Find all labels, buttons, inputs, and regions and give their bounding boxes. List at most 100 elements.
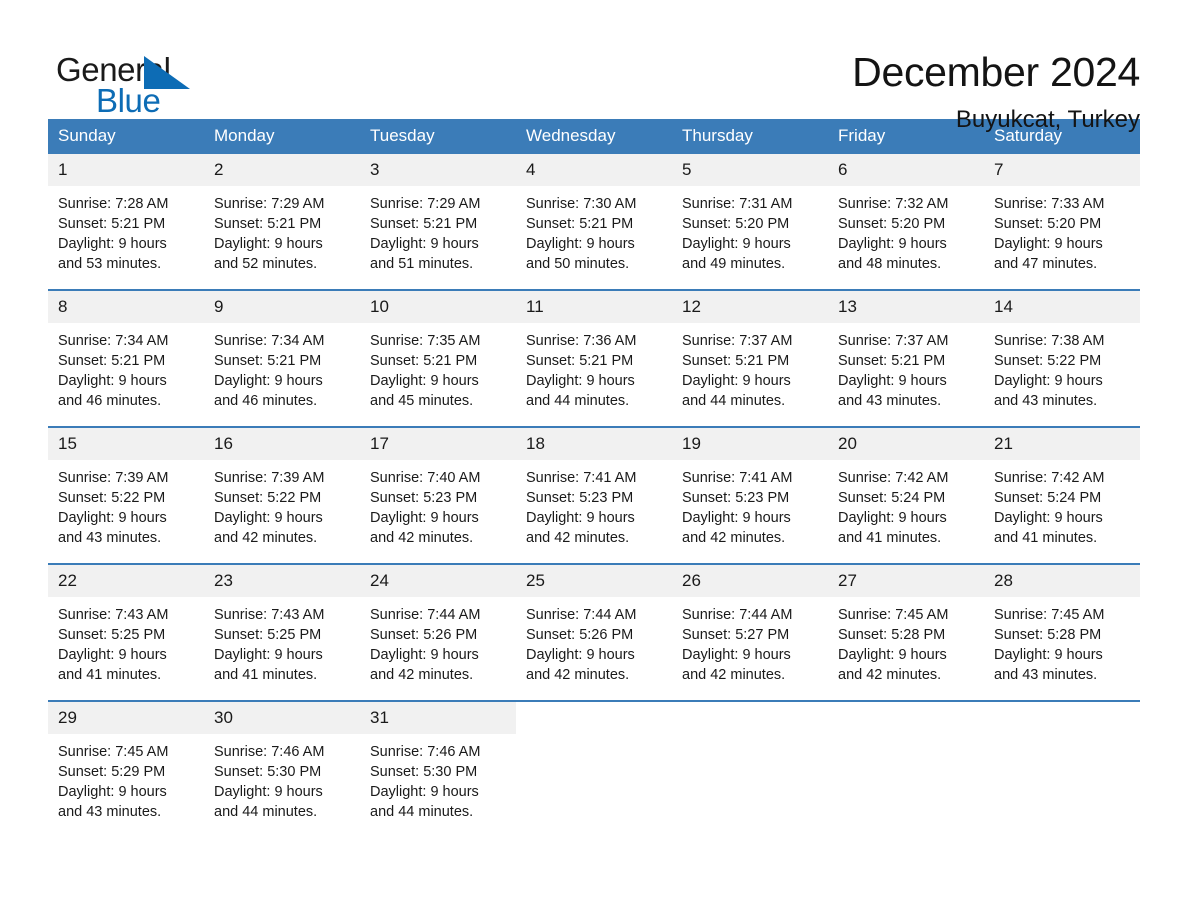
day-number: 14	[984, 291, 1140, 323]
day-cell[interactable]: 11 Sunrise: 7:36 AM Sunset: 5:21 PM Dayl…	[516, 289, 672, 427]
daylight-text-line2: and 43 minutes.	[58, 804, 162, 820]
daylight-text-line2: and 42 minutes.	[682, 667, 786, 683]
sunrise-text: Sunrise: 7:34 AM	[58, 333, 169, 349]
day-cell[interactable]: 3 Sunrise: 7:29 AM Sunset: 5:21 PM Dayli…	[360, 154, 516, 290]
day-cell[interactable]: 8 Sunrise: 7:34 AM Sunset: 5:21 PM Dayli…	[48, 289, 204, 427]
daylight-text-line2: and 41 minutes.	[58, 667, 162, 683]
day-number: 8	[48, 291, 204, 323]
day-cell[interactable]: 1 Sunrise: 7:28 AM Sunset: 5:21 PM Dayli…	[48, 154, 204, 290]
daylight-text-line1: Daylight: 9 hours	[214, 373, 323, 389]
daylight-text-line1: Daylight: 9 hours	[682, 373, 791, 389]
day-number	[516, 702, 672, 734]
daylight-text-line2: and 44 minutes.	[682, 393, 786, 409]
sunset-text: Sunset: 5:21 PM	[214, 216, 322, 232]
day-cell[interactable]: 4 Sunrise: 7:30 AM Sunset: 5:21 PM Dayli…	[516, 154, 672, 290]
sunset-text: Sunset: 5:27 PM	[682, 627, 790, 643]
day-details: Sunrise: 7:29 AM Sunset: 5:21 PM Dayligh…	[204, 186, 360, 274]
day-cell[interactable]: 9 Sunrise: 7:34 AM Sunset: 5:21 PM Dayli…	[204, 289, 360, 427]
daylight-text-line1: Daylight: 9 hours	[526, 236, 635, 252]
day-details: Sunrise: 7:44 AM Sunset: 5:27 PM Dayligh…	[672, 597, 828, 685]
day-cell[interactable]: 23 Sunrise: 7:43 AM Sunset: 5:25 PM Dayl…	[204, 563, 360, 701]
sunrise-text: Sunrise: 7:42 AM	[838, 470, 949, 486]
daylight-text-line2: and 41 minutes.	[994, 530, 1098, 546]
day-cell[interactable]: 21 Sunrise: 7:42 AM Sunset: 5:24 PM Dayl…	[984, 426, 1140, 564]
day-details: Sunrise: 7:37 AM Sunset: 5:21 PM Dayligh…	[828, 323, 984, 411]
daylight-text-line1: Daylight: 9 hours	[370, 510, 479, 526]
day-cell[interactable]: 31 Sunrise: 7:46 AM Sunset: 5:30 PM Dayl…	[360, 700, 516, 837]
day-number: 6	[828, 154, 984, 186]
day-cell[interactable]: 18 Sunrise: 7:41 AM Sunset: 5:23 PM Dayl…	[516, 426, 672, 564]
daylight-text-line2: and 43 minutes.	[994, 667, 1098, 683]
day-number: 30	[204, 702, 360, 734]
day-number: 3	[360, 154, 516, 186]
day-cell[interactable]: 5 Sunrise: 7:31 AM Sunset: 5:20 PM Dayli…	[672, 154, 828, 290]
daylight-text-line2: and 44 minutes.	[214, 804, 318, 820]
calendar-week-row: 22 Sunrise: 7:43 AM Sunset: 5:25 PM Dayl…	[48, 563, 1140, 701]
day-cell[interactable]: 16 Sunrise: 7:39 AM Sunset: 5:22 PM Dayl…	[204, 426, 360, 564]
sunset-text: Sunset: 5:22 PM	[214, 490, 322, 506]
day-number: 23	[204, 565, 360, 597]
sunset-text: Sunset: 5:20 PM	[994, 216, 1102, 232]
sunset-text: Sunset: 5:23 PM	[682, 490, 790, 506]
weekday-header-monday: Monday	[204, 119, 360, 154]
day-cell[interactable]: 20 Sunrise: 7:42 AM Sunset: 5:24 PM Dayl…	[828, 426, 984, 564]
day-number: 7	[984, 154, 1140, 186]
day-cell[interactable]: 6 Sunrise: 7:32 AM Sunset: 5:20 PM Dayli…	[828, 154, 984, 290]
daylight-text-line1: Daylight: 9 hours	[838, 647, 947, 663]
daylight-text-line1: Daylight: 9 hours	[994, 373, 1103, 389]
general-blue-logo[interactable]: General Blue	[48, 46, 208, 126]
day-cell-empty	[984, 700, 1140, 837]
day-cell[interactable]: 27 Sunrise: 7:45 AM Sunset: 5:28 PM Dayl…	[828, 563, 984, 701]
daylight-text-line1: Daylight: 9 hours	[58, 236, 167, 252]
sunrise-text: Sunrise: 7:44 AM	[526, 607, 637, 623]
day-cell[interactable]: 7 Sunrise: 7:33 AM Sunset: 5:20 PM Dayli…	[984, 154, 1140, 290]
day-details: Sunrise: 7:34 AM Sunset: 5:21 PM Dayligh…	[204, 323, 360, 411]
day-cell[interactable]: 15 Sunrise: 7:39 AM Sunset: 5:22 PM Dayl…	[48, 426, 204, 564]
sunrise-text: Sunrise: 7:39 AM	[58, 470, 169, 486]
day-number: 22	[48, 565, 204, 597]
day-cell[interactable]: 17 Sunrise: 7:40 AM Sunset: 5:23 PM Dayl…	[360, 426, 516, 564]
day-cell[interactable]: 2 Sunrise: 7:29 AM Sunset: 5:21 PM Dayli…	[204, 154, 360, 290]
day-number	[984, 702, 1140, 734]
daylight-text-line1: Daylight: 9 hours	[370, 373, 479, 389]
daylight-text-line2: and 49 minutes.	[682, 256, 786, 272]
day-details: Sunrise: 7:31 AM Sunset: 5:20 PM Dayligh…	[672, 186, 828, 274]
daylight-text-line1: Daylight: 9 hours	[526, 373, 635, 389]
daylight-text-line2: and 41 minutes.	[838, 530, 942, 546]
daylight-text-line2: and 42 minutes.	[682, 530, 786, 546]
day-cell[interactable]: 30 Sunrise: 7:46 AM Sunset: 5:30 PM Dayl…	[204, 700, 360, 837]
daylight-text-line1: Daylight: 9 hours	[370, 784, 479, 800]
day-details: Sunrise: 7:34 AM Sunset: 5:21 PM Dayligh…	[48, 323, 204, 411]
day-cell[interactable]: 28 Sunrise: 7:45 AM Sunset: 5:28 PM Dayl…	[984, 563, 1140, 701]
calendar-week-row: 29 Sunrise: 7:45 AM Sunset: 5:29 PM Dayl…	[48, 700, 1140, 837]
daylight-text-line1: Daylight: 9 hours	[838, 510, 947, 526]
sunset-text: Sunset: 5:22 PM	[58, 490, 166, 506]
day-cell[interactable]: 19 Sunrise: 7:41 AM Sunset: 5:23 PM Dayl…	[672, 426, 828, 564]
calendar-week-row: 1 Sunrise: 7:28 AM Sunset: 5:21 PM Dayli…	[48, 154, 1140, 290]
daylight-text-line1: Daylight: 9 hours	[682, 647, 791, 663]
daylight-text-line2: and 42 minutes.	[838, 667, 942, 683]
day-cell[interactable]: 12 Sunrise: 7:37 AM Sunset: 5:21 PM Dayl…	[672, 289, 828, 427]
sunset-text: Sunset: 5:23 PM	[370, 490, 478, 506]
day-cell[interactable]: 13 Sunrise: 7:37 AM Sunset: 5:21 PM Dayl…	[828, 289, 984, 427]
day-details: Sunrise: 7:42 AM Sunset: 5:24 PM Dayligh…	[828, 460, 984, 548]
day-cell[interactable]: 14 Sunrise: 7:38 AM Sunset: 5:22 PM Dayl…	[984, 289, 1140, 427]
sunrise-text: Sunrise: 7:41 AM	[682, 470, 793, 486]
day-number: 31	[360, 702, 516, 734]
sunrise-text: Sunrise: 7:45 AM	[838, 607, 949, 623]
day-cell[interactable]: 29 Sunrise: 7:45 AM Sunset: 5:29 PM Dayl…	[48, 700, 204, 837]
weekday-header-tuesday: Tuesday	[360, 119, 516, 154]
calendar-body: 1 Sunrise: 7:28 AM Sunset: 5:21 PM Dayli…	[48, 154, 1140, 837]
daylight-text-line2: and 41 minutes.	[214, 667, 318, 683]
day-number: 17	[360, 428, 516, 460]
day-cell[interactable]: 26 Sunrise: 7:44 AM Sunset: 5:27 PM Dayl…	[672, 563, 828, 701]
day-cell[interactable]: 22 Sunrise: 7:43 AM Sunset: 5:25 PM Dayl…	[48, 563, 204, 701]
sunset-text: Sunset: 5:21 PM	[526, 353, 634, 369]
sunset-text: Sunset: 5:28 PM	[994, 627, 1102, 643]
day-cell[interactable]: 25 Sunrise: 7:44 AM Sunset: 5:26 PM Dayl…	[516, 563, 672, 701]
calendar-page: General Blue December 2024 Buyukcat, Tur…	[0, 0, 1188, 918]
sunset-text: Sunset: 5:21 PM	[214, 353, 322, 369]
day-number: 2	[204, 154, 360, 186]
day-cell[interactable]: 10 Sunrise: 7:35 AM Sunset: 5:21 PM Dayl…	[360, 289, 516, 427]
day-cell[interactable]: 24 Sunrise: 7:44 AM Sunset: 5:26 PM Dayl…	[360, 563, 516, 701]
